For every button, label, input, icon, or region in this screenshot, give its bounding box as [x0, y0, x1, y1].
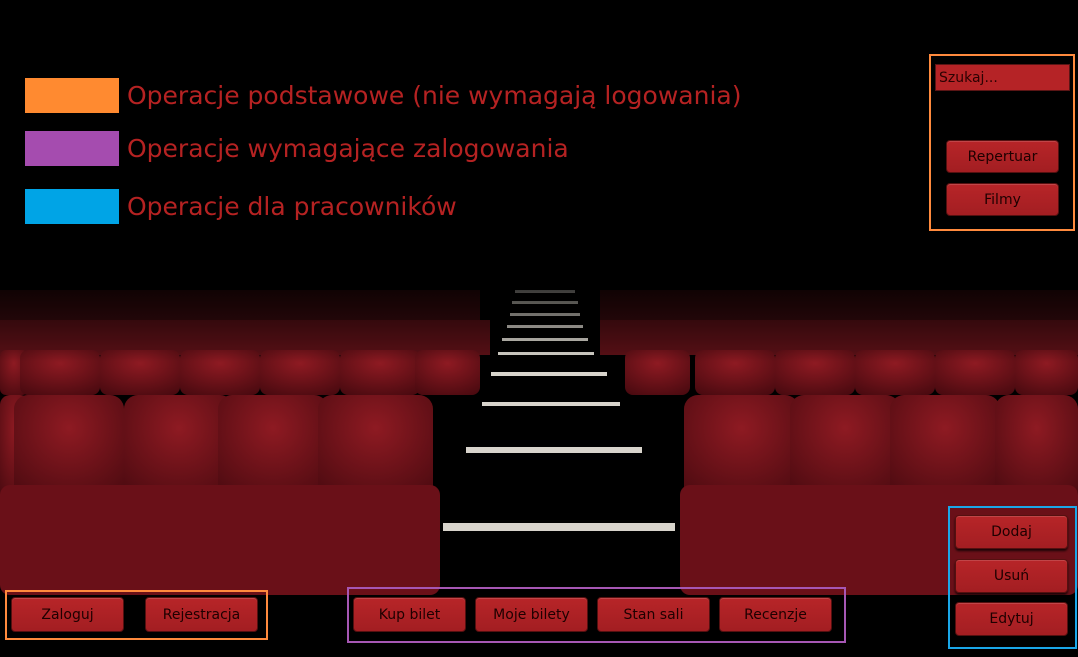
legend-item-employees: Operacje dla pracowników — [25, 189, 457, 224]
search-input[interactable] — [935, 64, 1070, 91]
add-button[interactable]: Dodaj — [955, 515, 1068, 549]
filmy-button[interactable]: Filmy — [946, 183, 1059, 216]
register-button[interactable]: Rejestracja — [145, 597, 258, 632]
buy-ticket-button[interactable]: Kup bilet — [353, 597, 466, 632]
legend-item-logged-in: Operacje wymagające zalogowania — [25, 131, 569, 166]
remove-button[interactable]: Usuń — [955, 559, 1068, 593]
repertuar-button[interactable]: Repertuar — [946, 140, 1059, 173]
legend-item-basic: Operacje podstawowe (nie wymagają logowa… — [25, 78, 741, 113]
legend-label-basic: Operacje podstawowe (nie wymagają logowa… — [127, 81, 742, 110]
legend-label-employees: Operacje dla pracowników — [127, 192, 457, 221]
my-tickets-button[interactable]: Moje bilety — [475, 597, 588, 632]
reviews-button[interactable]: Recenzje — [719, 597, 832, 632]
hall-status-button[interactable]: Stan sali — [597, 597, 710, 632]
legend-label-logged-in: Operacje wymagające zalogowania — [127, 134, 569, 163]
legend-swatch-purple — [25, 131, 119, 166]
legend-swatch-blue — [25, 189, 119, 224]
legend-swatch-orange — [25, 78, 119, 113]
login-button[interactable]: Zaloguj — [11, 597, 124, 632]
edit-button[interactable]: Edytuj — [955, 602, 1068, 636]
